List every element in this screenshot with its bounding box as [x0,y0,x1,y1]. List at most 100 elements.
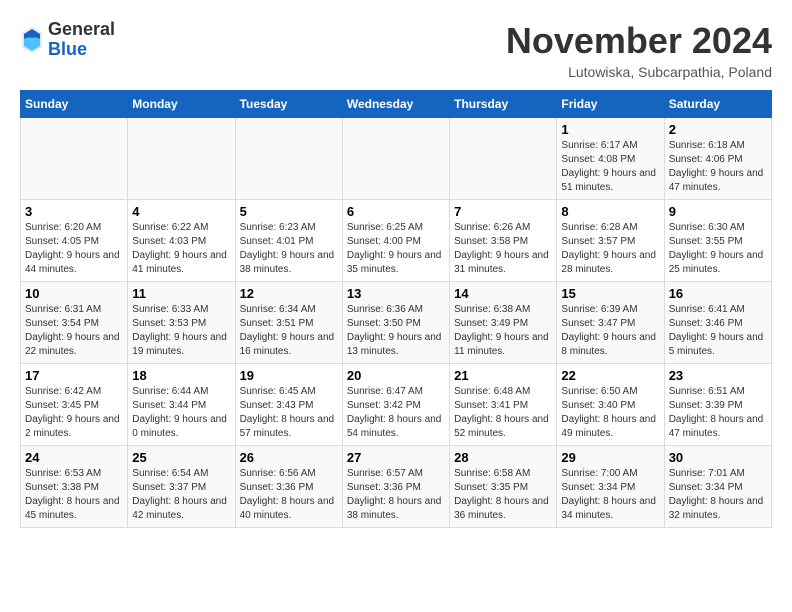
day-info: Sunrise: 6:18 AM Sunset: 4:06 PM Dayligh… [669,139,767,195]
day-number: 30 [669,450,767,465]
day-info: Sunrise: 6:36 AM Sunset: 3:50 PM Dayligh… [347,303,445,359]
day-number: 17 [25,368,123,383]
day-number: 1 [561,122,659,137]
day-info: Sunrise: 6:45 AM Sunset: 3:43 PM Dayligh… [240,385,338,441]
day-info: Sunrise: 6:31 AM Sunset: 3:54 PM Dayligh… [25,303,123,359]
calendar-week-row: 24 Sunrise: 6:53 AM Sunset: 3:38 PM Dayli… [21,446,772,528]
weekday-header: Friday [557,91,664,118]
day-info: Sunrise: 6:41 AM Sunset: 3:46 PM Dayligh… [669,303,767,359]
day-info: Sunrise: 6:20 AM Sunset: 4:05 PM Dayligh… [25,221,123,277]
calendar-cell: 9 Sunrise: 6:30 AM Sunset: 3:55 PM Daylig… [664,200,771,282]
logo: General Blue [20,20,115,60]
calendar-cell: 3 Sunrise: 6:20 AM Sunset: 4:05 PM Daylig… [21,200,128,282]
day-info: Sunrise: 6:51 AM Sunset: 3:39 PM Dayligh… [669,385,767,441]
day-info: Sunrise: 6:23 AM Sunset: 4:01 PM Dayligh… [240,221,338,277]
day-number: 8 [561,204,659,219]
day-number: 14 [454,286,552,301]
day-info: Sunrise: 6:53 AM Sunset: 3:38 PM Dayligh… [25,467,123,523]
day-number: 7 [454,204,552,219]
day-info: Sunrise: 6:50 AM Sunset: 3:40 PM Dayligh… [561,385,659,441]
day-number: 18 [132,368,230,383]
day-info: Sunrise: 6:42 AM Sunset: 3:45 PM Dayligh… [25,385,123,441]
calendar-cell [21,118,128,200]
day-number: 3 [25,204,123,219]
day-number: 11 [132,286,230,301]
calendar-week-row: 3 Sunrise: 6:20 AM Sunset: 4:05 PM Daylig… [21,200,772,282]
calendar-cell: 19Sunrise: 6:45 AM Sunset: 3:43 PM Dayli… [235,364,342,446]
day-info: Sunrise: 6:54 AM Sunset: 3:37 PM Dayligh… [132,467,230,523]
calendar-cell: 24 Sunrise: 6:53 AM Sunset: 3:38 PM Dayli… [21,446,128,528]
day-number: 25 [132,450,230,465]
weekday-header: Saturday [664,91,771,118]
day-number: 9 [669,204,767,219]
calendar-cell: 16 Sunrise: 6:41 AM Sunset: 3:46 PM Dayli… [664,282,771,364]
day-info: Sunrise: 6:48 AM Sunset: 3:41 PM Dayligh… [454,385,552,441]
day-info: Sunrise: 6:38 AM Sunset: 3:49 PM Dayligh… [454,303,552,359]
day-info: Sunrise: 7:00 AM Sunset: 3:34 PM Dayligh… [561,467,659,523]
calendar-cell: 12Sunrise: 6:34 AM Sunset: 3:51 PM Dayli… [235,282,342,364]
day-number: 26 [240,450,338,465]
calendar-cell: 6 Sunrise: 6:25 AM Sunset: 4:00 PM Daylig… [342,200,449,282]
calendar-table: SundayMondayTuesdayWednesdayThursdayFrid… [20,90,772,528]
calendar-cell: 13 Sunrise: 6:36 AM Sunset: 3:50 PM Dayli… [342,282,449,364]
day-info: Sunrise: 6:39 AM Sunset: 3:47 PM Dayligh… [561,303,659,359]
calendar-cell [235,118,342,200]
day-number: 10 [25,286,123,301]
day-number: 23 [669,368,767,383]
day-number: 15 [561,286,659,301]
calendar-cell: 17 Sunrise: 6:42 AM Sunset: 3:45 PM Dayli… [21,364,128,446]
calendar-week-row: 10 Sunrise: 6:31 AM Sunset: 3:54 PM Dayli… [21,282,772,364]
calendar-cell: 23 Sunrise: 6:51 AM Sunset: 3:39 PM Dayli… [664,364,771,446]
calendar-cell: 11 Sunrise: 6:33 AM Sunset: 3:53 PM Dayli… [128,282,235,364]
calendar-cell: 18 Sunrise: 6:44 AM Sunset: 3:44 PM Dayli… [128,364,235,446]
day-number: 21 [454,368,552,383]
day-number: 2 [669,122,767,137]
day-number: 16 [669,286,767,301]
calendar-cell: 15 Sunrise: 6:39 AM Sunset: 3:47 PM Dayli… [557,282,664,364]
day-number: 13 [347,286,445,301]
day-info: Sunrise: 6:58 AM Sunset: 3:35 PM Dayligh… [454,467,552,523]
calendar-cell: 22 Sunrise: 6:50 AM Sunset: 3:40 PM Dayli… [557,364,664,446]
day-info: Sunrise: 6:57 AM Sunset: 3:36 PM Dayligh… [347,467,445,523]
weekday-header: Tuesday [235,91,342,118]
calendar-cell: 30 Sunrise: 7:01 AM Sunset: 3:34 PM Dayli… [664,446,771,528]
day-number: 20 [347,368,445,383]
month-title: November 2024 [506,20,772,62]
page-header: General Blue November 2024 Lutowiska, Su… [20,20,772,80]
day-number: 24 [25,450,123,465]
calendar-cell: 1 Sunrise: 6:17 AM Sunset: 4:08 PM Daylig… [557,118,664,200]
logo-icon [20,25,44,55]
day-number: 27 [347,450,445,465]
weekday-header: Thursday [450,91,557,118]
weekday-header: Sunday [21,91,128,118]
day-info: Sunrise: 6:22 AM Sunset: 4:03 PM Dayligh… [132,221,230,277]
day-info: Sunrise: 6:17 AM Sunset: 4:08 PM Dayligh… [561,139,659,195]
calendar-cell: 4 Sunrise: 6:22 AM Sunset: 4:03 PM Daylig… [128,200,235,282]
logo-text: General Blue [48,20,115,60]
day-info: Sunrise: 6:25 AM Sunset: 4:00 PM Dayligh… [347,221,445,277]
day-info: Sunrise: 6:28 AM Sunset: 3:57 PM Dayligh… [561,221,659,277]
day-info: Sunrise: 6:56 AM Sunset: 3:36 PM Dayligh… [240,467,338,523]
day-number: 6 [347,204,445,219]
day-info: Sunrise: 6:34 AM Sunset: 3:51 PM Dayligh… [240,303,338,359]
weekday-header: Monday [128,91,235,118]
location: Lutowiska, Subcarpathia, Poland [506,64,772,80]
calendar-cell: 29Sunrise: 7:00 AM Sunset: 3:34 PM Dayli… [557,446,664,528]
calendar-cell [342,118,449,200]
day-info: Sunrise: 6:33 AM Sunset: 3:53 PM Dayligh… [132,303,230,359]
calendar-cell: 21 Sunrise: 6:48 AM Sunset: 3:41 PM Dayli… [450,364,557,446]
calendar-cell: 26 Sunrise: 6:56 AM Sunset: 3:36 PM Dayli… [235,446,342,528]
calendar-cell [450,118,557,200]
day-info: Sunrise: 7:01 AM Sunset: 3:34 PM Dayligh… [669,467,767,523]
day-number: 22 [561,368,659,383]
day-info: Sunrise: 6:47 AM Sunset: 3:42 PM Dayligh… [347,385,445,441]
day-number: 4 [132,204,230,219]
calendar-cell: 25 Sunrise: 6:54 AM Sunset: 3:37 PM Dayli… [128,446,235,528]
day-info: Sunrise: 6:30 AM Sunset: 3:55 PM Dayligh… [669,221,767,277]
calendar-week-row: 1 Sunrise: 6:17 AM Sunset: 4:08 PM Daylig… [21,118,772,200]
day-info: Sunrise: 6:44 AM Sunset: 3:44 PM Dayligh… [132,385,230,441]
calendar-cell: 7 Sunrise: 6:26 AM Sunset: 3:58 PM Daylig… [450,200,557,282]
weekday-header-row: SundayMondayTuesdayWednesdayThursdayFrid… [21,91,772,118]
day-info: Sunrise: 6:26 AM Sunset: 3:58 PM Dayligh… [454,221,552,277]
calendar-cell: 28Sunrise: 6:58 AM Sunset: 3:35 PM Dayli… [450,446,557,528]
